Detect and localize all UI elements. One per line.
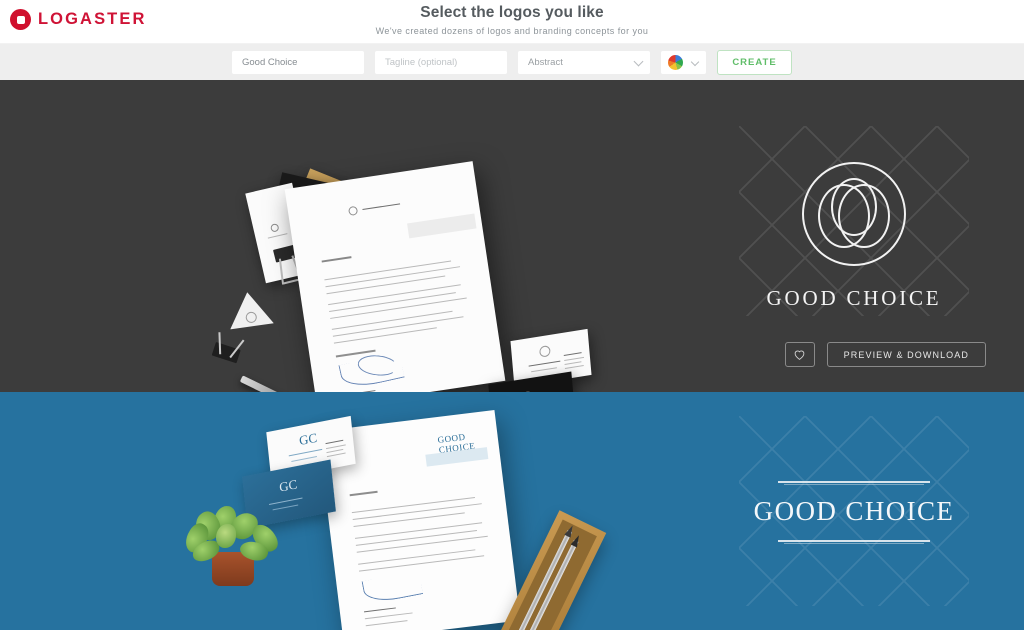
logo-wordmark: GOOD CHOICE [753,495,955,526]
create-button[interactable]: CREATE [717,49,792,75]
logo-actions-1: PREVIEW & DOWNLOAD [784,342,986,367]
style-select[interactable]: Abstract [518,50,650,74]
logo-result-card-2[interactable]: GOOD CHOICE GC GC GOOD CHOICE [0,392,1024,630]
page-subtitle: We've created dozens of logos and brandi… [375,26,649,36]
tagline-input[interactable] [375,50,507,74]
chevron-down-icon [633,56,644,67]
logo-wordmark: GOOD CHOICE [766,285,942,310]
company-name-input[interactable] [232,50,364,74]
preview-download-button[interactable]: PREVIEW & DOWNLOAD [826,342,986,367]
page-title: Select the logos you like [420,4,604,21]
color-wheel-icon [668,54,683,70]
decorative-rule-bottom [778,539,930,544]
decorative-rule-top [778,480,930,485]
heart-icon [794,350,805,360]
interlocking-rings-circle-icon [802,161,906,266]
search-toolbar: Abstract CREATE [0,44,1024,80]
blue-stationery-mockup: GOOD CHOICE GC GC [0,392,700,630]
style-select-value: Abstract [528,56,563,68]
logo-preview-2: GOOD CHOICE [684,392,1024,630]
page-heading-group: Select the logos you like We've created … [0,4,1024,36]
app-header: LOGASTER Select the logos you like We've… [0,0,1024,44]
color-picker[interactable] [661,50,706,74]
logo-result-card-1[interactable]: GOOD CHOICE PREVIEW & DOWNLOAD [0,80,1024,392]
favorite-button[interactable] [784,342,815,367]
dark-stationery-mockup [0,80,700,392]
chevron-down-icon [690,57,700,67]
